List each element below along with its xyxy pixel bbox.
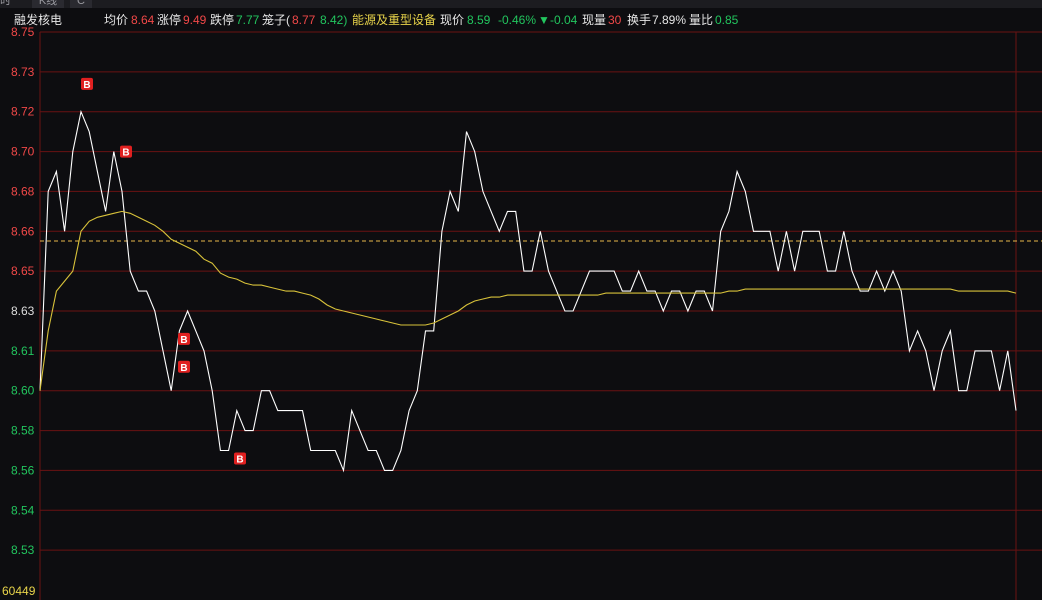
volume-axis-label: 60449 <box>2 584 36 598</box>
y-tick-label: 8.73 <box>11 65 35 79</box>
y-tick-label: 8.58 <box>11 424 35 438</box>
price-line <box>39 109 1017 473</box>
y-tick-label: 8.56 <box>11 463 35 477</box>
y-tick-label: 8.61 <box>11 344 35 358</box>
y-tick-label: 8.53 <box>11 543 35 557</box>
buy-marker-label: B <box>180 335 187 346</box>
y-tick-label: 8.66 <box>11 224 35 238</box>
buy-marker-label: B <box>122 148 129 159</box>
y-tick-label: 8.75 <box>11 25 35 39</box>
buy-marker-label: B <box>83 80 90 91</box>
y-tick-label: 8.68 <box>11 184 35 198</box>
y-tick-label: 8.72 <box>11 105 35 119</box>
y-tick-label: 8.60 <box>11 384 35 398</box>
y-tick-label: 8.70 <box>11 145 35 159</box>
buy-marker-label: B <box>236 454 243 465</box>
y-tick-label: 8.65 <box>11 264 35 278</box>
y-tick-label: 8.63 <box>11 304 35 318</box>
intraday-chart[interactable]: 8.75 8.73 8.72 8.70 8.68 8.66 8.65 8.63 8.61 8.60… <box>0 0 1042 600</box>
y-tick-label: 8.54 <box>11 503 35 517</box>
buy-marker-label: B <box>180 363 187 374</box>
